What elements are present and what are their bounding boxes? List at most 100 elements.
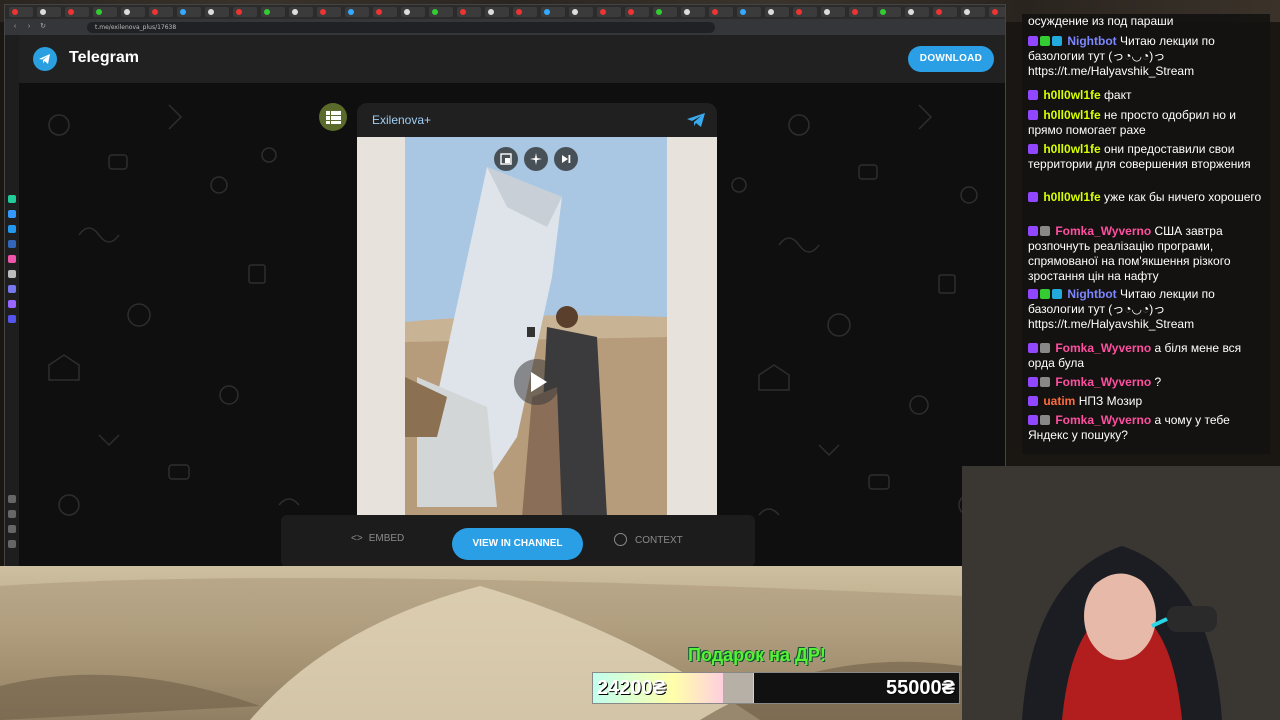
browser-tab[interactable] [429, 7, 453, 17]
browser-tab[interactable] [989, 7, 1005, 17]
play-button[interactable] [514, 359, 560, 405]
streamer-webcam [962, 466, 1280, 720]
sidebar-app-icon[interactable] [8, 300, 16, 308]
browser-tab[interactable] [933, 7, 957, 17]
browser-tab[interactable] [345, 7, 369, 17]
browser-tab[interactable] [625, 7, 649, 17]
sidebar-app-icon[interactable] [8, 210, 16, 218]
post-header: Exilenova+ [357, 103, 717, 137]
chat-badge-icon [1028, 110, 1038, 120]
chat-badge-icon [1040, 415, 1050, 425]
browser-tab-strip[interactable] [5, 5, 1005, 19]
browser-tab[interactable] [905, 7, 929, 17]
sidebar-app-icon[interactable] [8, 495, 16, 503]
browser-tab[interactable] [597, 7, 621, 17]
browser-tab[interactable] [709, 7, 733, 17]
video-player[interactable] [357, 137, 717, 517]
sparkle-enhance-icon[interactable] [524, 147, 548, 171]
chat-username[interactable]: uatim [1043, 394, 1075, 408]
browser-tab[interactable] [961, 7, 985, 17]
chat-username[interactable]: Fomka_Wyverno [1055, 341, 1151, 355]
telegram-share-icon[interactable] [686, 112, 706, 133]
browser-tab[interactable] [737, 7, 761, 17]
browser-tab[interactable] [373, 7, 397, 17]
chat-username[interactable]: h0ll0wl1fe [1043, 88, 1100, 102]
browser-tab[interactable] [9, 7, 33, 17]
back-icon[interactable]: ‹ [11, 23, 19, 31]
donation-avatar [723, 673, 753, 703]
chat-badge-icon [1028, 289, 1038, 299]
sidebar-app-icon[interactable] [8, 270, 16, 278]
chat-username[interactable]: h0ll0wl1fe [1043, 142, 1100, 156]
picture-in-picture-icon[interactable] [494, 147, 518, 171]
sidebar-app-icon[interactable] [8, 255, 16, 263]
chat-badge-icon [1040, 343, 1050, 353]
chat-username[interactable]: h0ll0wl1fe [1043, 190, 1100, 204]
browser-tab[interactable] [821, 7, 845, 17]
chat-badge-icon [1040, 226, 1050, 236]
browser-tab[interactable] [205, 7, 229, 17]
chat-username[interactable]: Fomka_Wyverno [1055, 224, 1151, 238]
skip-forward-icon[interactable] [554, 147, 578, 171]
browser-tab[interactable] [233, 7, 257, 17]
browser-tab[interactable] [681, 7, 705, 17]
browser-tab[interactable] [653, 7, 677, 17]
browser-tab[interactable] [317, 7, 341, 17]
chat-message: Fomka_Wyverno США завтра розпочнуть реал… [1028, 224, 1264, 284]
channel-name-link[interactable]: Exilenova+ [372, 113, 431, 127]
browser-tab[interactable] [65, 7, 89, 17]
forward-icon[interactable]: › [25, 23, 33, 31]
chat-username[interactable]: Fomka_Wyverno [1055, 375, 1151, 389]
chat-username[interactable]: h0ll0wl1fe [1043, 108, 1100, 122]
browser-tab[interactable] [541, 7, 565, 17]
address-bar-input[interactable]: t.me/exilenova_plus/17638 [87, 21, 715, 33]
chat-message: h0ll0wl1fe уже как бы ничего хорошего [1028, 190, 1264, 205]
donation-progress-bar: 24200₴ 55000₴ [592, 672, 960, 704]
browser-tab[interactable] [877, 7, 901, 17]
reload-icon[interactable]: ↻ [39, 23, 47, 31]
context-button[interactable]: CONTEXT [614, 533, 683, 546]
code-icon: <> [351, 533, 363, 544]
chat-message: Nightbot Читаю лекции по базологии тут (… [1028, 287, 1264, 332]
donation-current-amount: 24200₴ [597, 677, 666, 699]
chat-message-text: ? [1154, 375, 1162, 389]
chat-message: Nightbot Читаю лекции по базологии тут (… [1028, 34, 1264, 79]
browser-tab[interactable] [93, 7, 117, 17]
channel-avatar[interactable] [319, 103, 347, 131]
sidebar-app-icon[interactable] [8, 315, 16, 323]
sidebar-app-icon[interactable] [8, 225, 16, 233]
browser-tab[interactable] [513, 7, 537, 17]
chat-message-text: факт [1104, 88, 1132, 102]
chat-username[interactable]: Nightbot [1067, 287, 1116, 301]
sidebar-app-icon[interactable] [8, 540, 16, 548]
browser-tab[interactable] [765, 7, 789, 17]
sidebar-app-icon[interactable] [8, 510, 16, 518]
donation-goal-amount: 55000₴ [886, 677, 955, 699]
browser-tab[interactable] [401, 7, 425, 17]
browser-tab[interactable] [149, 7, 173, 17]
download-button[interactable]: DOWNLOAD [908, 46, 994, 72]
context-label: CONTEXT [635, 535, 683, 546]
chat-badge-icon [1028, 415, 1038, 425]
telegram-logo-icon [33, 47, 57, 71]
sidebar-app-icon[interactable] [8, 195, 16, 203]
embed-button[interactable]: <> EMBED [351, 533, 404, 544]
video-frame-image [357, 137, 717, 517]
browser-tab[interactable] [849, 7, 873, 17]
browser-tab[interactable] [121, 7, 145, 17]
browser-tab[interactable] [457, 7, 481, 17]
sidebar-app-icon[interactable] [8, 525, 16, 533]
view-in-channel-button[interactable]: VIEW IN CHANNEL [452, 528, 583, 560]
browser-tab[interactable] [177, 7, 201, 17]
browser-tab[interactable] [261, 7, 285, 17]
sidebar-app-icon[interactable] [8, 240, 16, 248]
browser-tab[interactable] [485, 7, 509, 17]
browser-tab[interactable] [569, 7, 593, 17]
sidebar-app-icon[interactable] [8, 285, 16, 293]
browser-toolbar: ‹ › ↻ t.me/exilenova_plus/17638 [5, 19, 1005, 35]
browser-tab[interactable] [37, 7, 61, 17]
browser-tab[interactable] [289, 7, 313, 17]
chat-username[interactable]: Nightbot [1067, 34, 1116, 48]
chat-username[interactable]: Fomka_Wyverno [1055, 413, 1151, 427]
browser-tab[interactable] [793, 7, 817, 17]
